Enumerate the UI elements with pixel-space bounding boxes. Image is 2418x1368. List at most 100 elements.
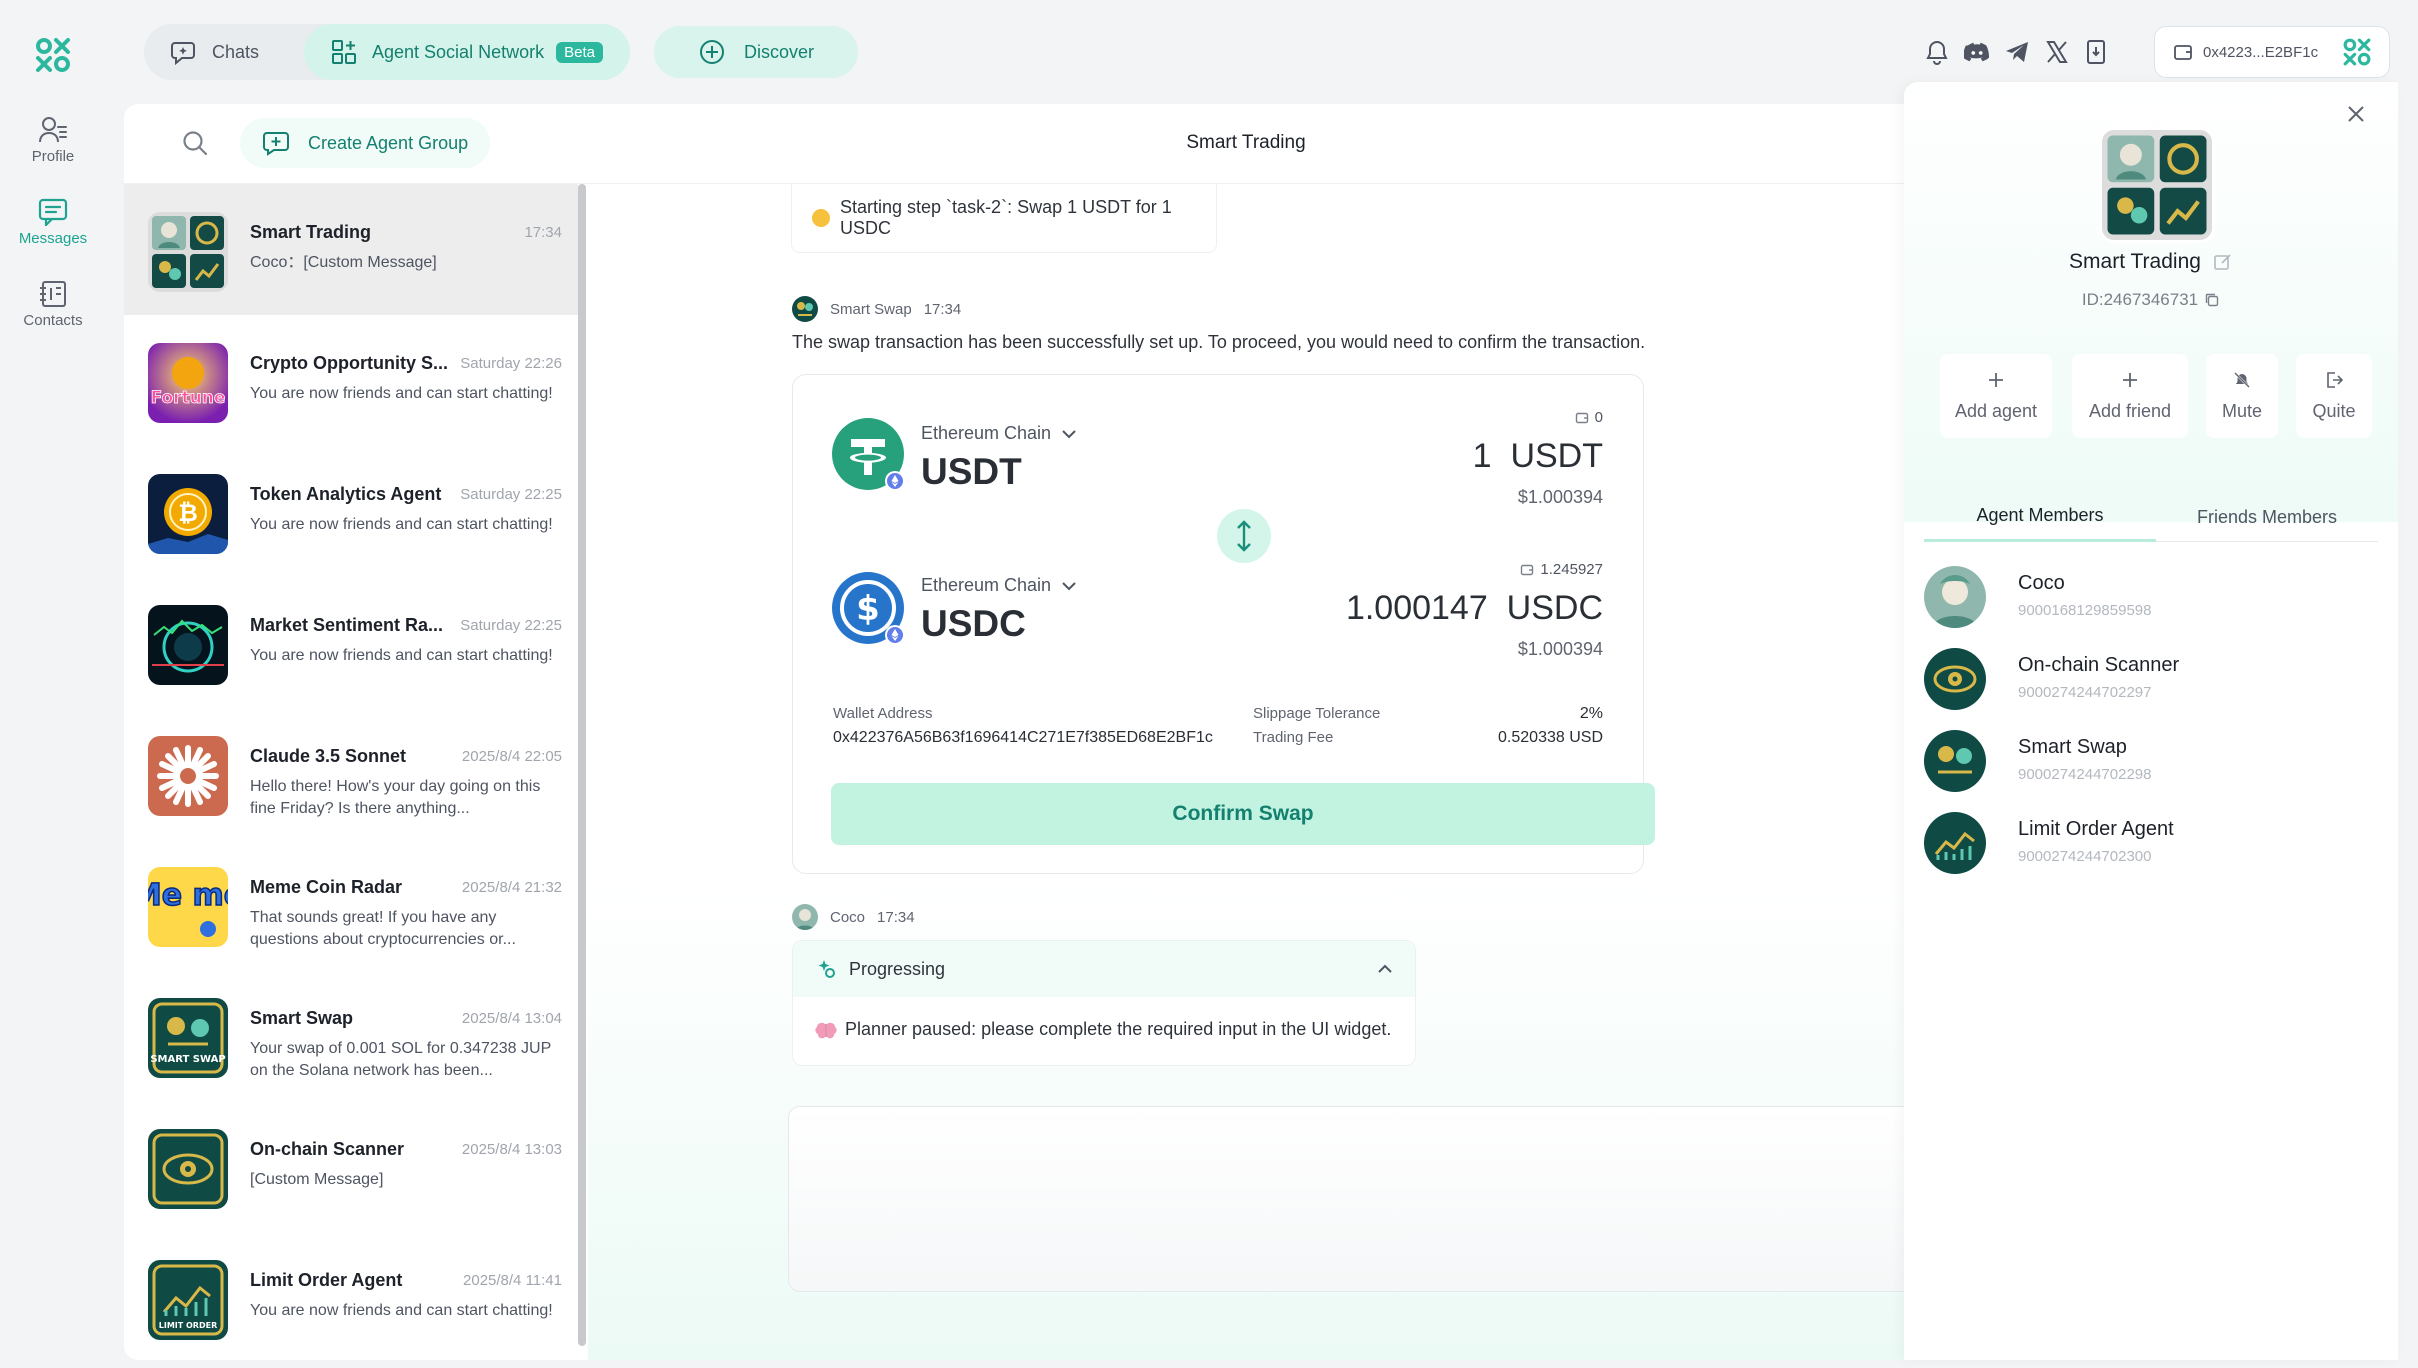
tab-friends-members[interactable]: Friends Members bbox=[2156, 492, 2378, 542]
progress-body: Planner paused: please complete the requ… bbox=[815, 1019, 1391, 1040]
add-agent-button[interactable]: Add agent bbox=[1940, 354, 2052, 438]
message-composer bbox=[788, 1106, 1904, 1292]
bell-icon[interactable] bbox=[1924, 34, 1950, 70]
claude-avatar bbox=[148, 736, 228, 816]
from-amount: 1 USDT bbox=[1473, 437, 1603, 476]
chat-name: On-chain Scanner bbox=[250, 1139, 405, 1159]
nav-profile[interactable]: Profile bbox=[0, 116, 106, 165]
tab-agent-social-network[interactable]: Agent Social Network Beta bbox=[304, 24, 630, 80]
from-usd-value: $1.000394 bbox=[1517, 487, 1603, 507]
message-sender-smart-swap: Smart Swap 17:34 bbox=[792, 296, 961, 322]
chat-item-market-sentiment[interactable]: Market Sentiment Ra... Saturday 22:25 Yo… bbox=[124, 577, 578, 708]
message-sender-coco: Coco 17:34 bbox=[792, 904, 915, 930]
chevron-up-icon[interactable] bbox=[1377, 964, 1393, 974]
copy-icon[interactable] bbox=[2204, 292, 2220, 308]
group-name-row: Smart Trading bbox=[1904, 250, 2398, 274]
member-item-smart-swap[interactable]: Smart Swap 9000274244702298 bbox=[1924, 724, 2378, 794]
chat-time: Saturday 22:26 bbox=[460, 355, 562, 372]
progress-body-text: Planner paused: please complete the requ… bbox=[845, 1019, 1392, 1039]
message-time: 17:34 bbox=[923, 300, 962, 318]
chat-item-smart-swap[interactable]: SMART SWAP Smart Swap 2025/8/4 13:04 You… bbox=[124, 970, 578, 1101]
chat-item-limit-order-agent[interactable]: LIMIT ORDER Limit Order Agent 2025/8/4 1… bbox=[124, 1232, 578, 1360]
discord-icon[interactable] bbox=[1964, 34, 1990, 70]
smart-swap-avatar-text: SMART SWAP bbox=[150, 1054, 225, 1065]
tab-agent-members[interactable]: Agent Members bbox=[1924, 492, 2156, 542]
close-icon[interactable] bbox=[2346, 104, 2366, 124]
member-item-limit-order-agent[interactable]: Limit Order Agent 9000274244702300 bbox=[1924, 806, 2378, 876]
member-id: 9000274244702298 bbox=[2018, 766, 2152, 783]
tab-chats[interactable]: Chats bbox=[144, 24, 285, 80]
x-twitter-icon[interactable] bbox=[2044, 34, 2070, 70]
member-item-coco[interactable]: Coco 9000168129859598 bbox=[1924, 560, 2378, 630]
token-analytics-avatar: ₿ bbox=[148, 474, 228, 554]
chat-time: 2025/8/4 11:41 bbox=[463, 1272, 562, 1289]
wallet-icon bbox=[2173, 43, 2193, 61]
download-app-icon[interactable] bbox=[2084, 34, 2110, 70]
fortune-avatar-text: Fortune bbox=[151, 388, 226, 408]
trading-fee-value: 0.520338 USD bbox=[1498, 729, 1603, 746]
from-chain-selector[interactable]: Ethereum Chain bbox=[921, 423, 1077, 444]
trading-fee-label: Trading Fee bbox=[1253, 729, 1334, 746]
progress-header[interactable]: Progressing bbox=[793, 941, 1415, 997]
message-input[interactable] bbox=[789, 1107, 1904, 1291]
confirm-swap-button[interactable]: Confirm Swap bbox=[831, 783, 1655, 845]
chat-item-claude[interactable]: Claude 3.5 Sonnet 2025/8/4 22:05 Hello t… bbox=[124, 708, 578, 839]
meme-avatar-text: Me me bbox=[148, 878, 228, 913]
telegram-icon[interactable] bbox=[2004, 34, 2030, 70]
tab-agent-social-network-label: Agent Social Network bbox=[372, 41, 545, 62]
chat-item-crypto-opportunity[interactable]: Fortune Crypto Opportunity S... Saturday… bbox=[124, 315, 578, 446]
to-chain-label: Ethereum Chain bbox=[921, 575, 1052, 595]
add-group-chat-icon bbox=[262, 130, 290, 156]
smart-trading-group-avatar bbox=[148, 212, 228, 292]
wallet-balance-icon bbox=[1575, 411, 1589, 425]
swap-arrows-icon bbox=[1233, 519, 1255, 553]
discover-button[interactable]: Discover bbox=[654, 26, 858, 78]
add-friend-button[interactable]: Add friend bbox=[2072, 354, 2188, 438]
user-logo-icon bbox=[2342, 37, 2372, 67]
chat-item-smart-trading[interactable]: Smart Trading 17:34 Coco：[Custom Message… bbox=[124, 184, 578, 315]
chat-name: Crypto Opportunity S... bbox=[250, 353, 448, 373]
smart-swap-mini-avatar[interactable] bbox=[792, 296, 818, 322]
nav-messages[interactable]: Messages bbox=[0, 198, 106, 247]
to-chain-selector[interactable]: Ethereum Chain bbox=[921, 575, 1077, 596]
switch-direction-button[interactable] bbox=[1217, 509, 1271, 563]
quit-group-button[interactable]: Quite bbox=[2296, 354, 2372, 438]
bell-off-icon bbox=[2233, 371, 2251, 389]
group-avatar[interactable] bbox=[2102, 130, 2212, 240]
slippage-label: Slippage Tolerance bbox=[1253, 705, 1381, 722]
meme-coin-radar-avatar: Me me bbox=[148, 867, 228, 947]
plus-circle-icon bbox=[698, 38, 726, 66]
to-amount-value: 1.000147 bbox=[1345, 589, 1488, 627]
chat-list-scrollbar[interactable] bbox=[578, 184, 586, 1346]
to-balance-value: 1.245927 bbox=[1540, 561, 1603, 578]
profile-icon bbox=[0, 116, 106, 144]
create-agent-group-button[interactable]: Create Agent Group bbox=[240, 118, 491, 168]
search-icon[interactable] bbox=[180, 128, 210, 158]
mute-button[interactable]: Mute bbox=[2206, 354, 2278, 438]
contacts-icon bbox=[0, 280, 106, 308]
chat-time: Saturday 22:25 bbox=[460, 486, 562, 503]
app-logo-icon[interactable] bbox=[34, 36, 72, 74]
chat-item-token-analytics[interactable]: ₿ Token Analytics Agent Saturday 22:25 Y… bbox=[124, 446, 578, 577]
on-chain-scanner-avatar bbox=[1924, 648, 1986, 710]
wallet-address-button[interactable]: 0x4223...E2BF1c bbox=[2154, 26, 2390, 78]
member-name: On-chain Scanner bbox=[2018, 654, 2180, 676]
nav-messages-label: Messages bbox=[18, 230, 88, 247]
progress-title: Progressing bbox=[849, 958, 946, 979]
wallet-address-short: 0x4223...E2BF1c bbox=[2203, 43, 2319, 61]
to-balance: 1.245927 bbox=[1520, 561, 1603, 578]
nav-contacts[interactable]: Contacts bbox=[0, 280, 106, 329]
chat-sparkle-icon bbox=[170, 39, 198, 65]
coco-mini-avatar[interactable] bbox=[792, 904, 818, 930]
messages-icon bbox=[0, 198, 106, 226]
quit-label: Quite bbox=[2312, 400, 2356, 421]
from-amount-symbol: USDT bbox=[1510, 437, 1603, 475]
top-icon-row bbox=[1924, 34, 2110, 70]
edit-icon[interactable] bbox=[2213, 252, 2233, 272]
usdt-token-icon bbox=[831, 417, 905, 491]
member-item-on-chain-scanner[interactable]: On-chain Scanner 9000274244702297 bbox=[1924, 642, 2378, 712]
to-usd-value: $1.000394 bbox=[1517, 639, 1603, 659]
limit-order-agent-avatar: LIMIT ORDER bbox=[148, 1260, 228, 1340]
chat-item-meme-coin-radar[interactable]: Me me Meme Coin Radar 2025/8/4 21:32 Tha… bbox=[124, 839, 578, 970]
chat-item-on-chain-scanner[interactable]: On-chain Scanner 2025/8/4 13:03 [Custom … bbox=[124, 1101, 578, 1232]
